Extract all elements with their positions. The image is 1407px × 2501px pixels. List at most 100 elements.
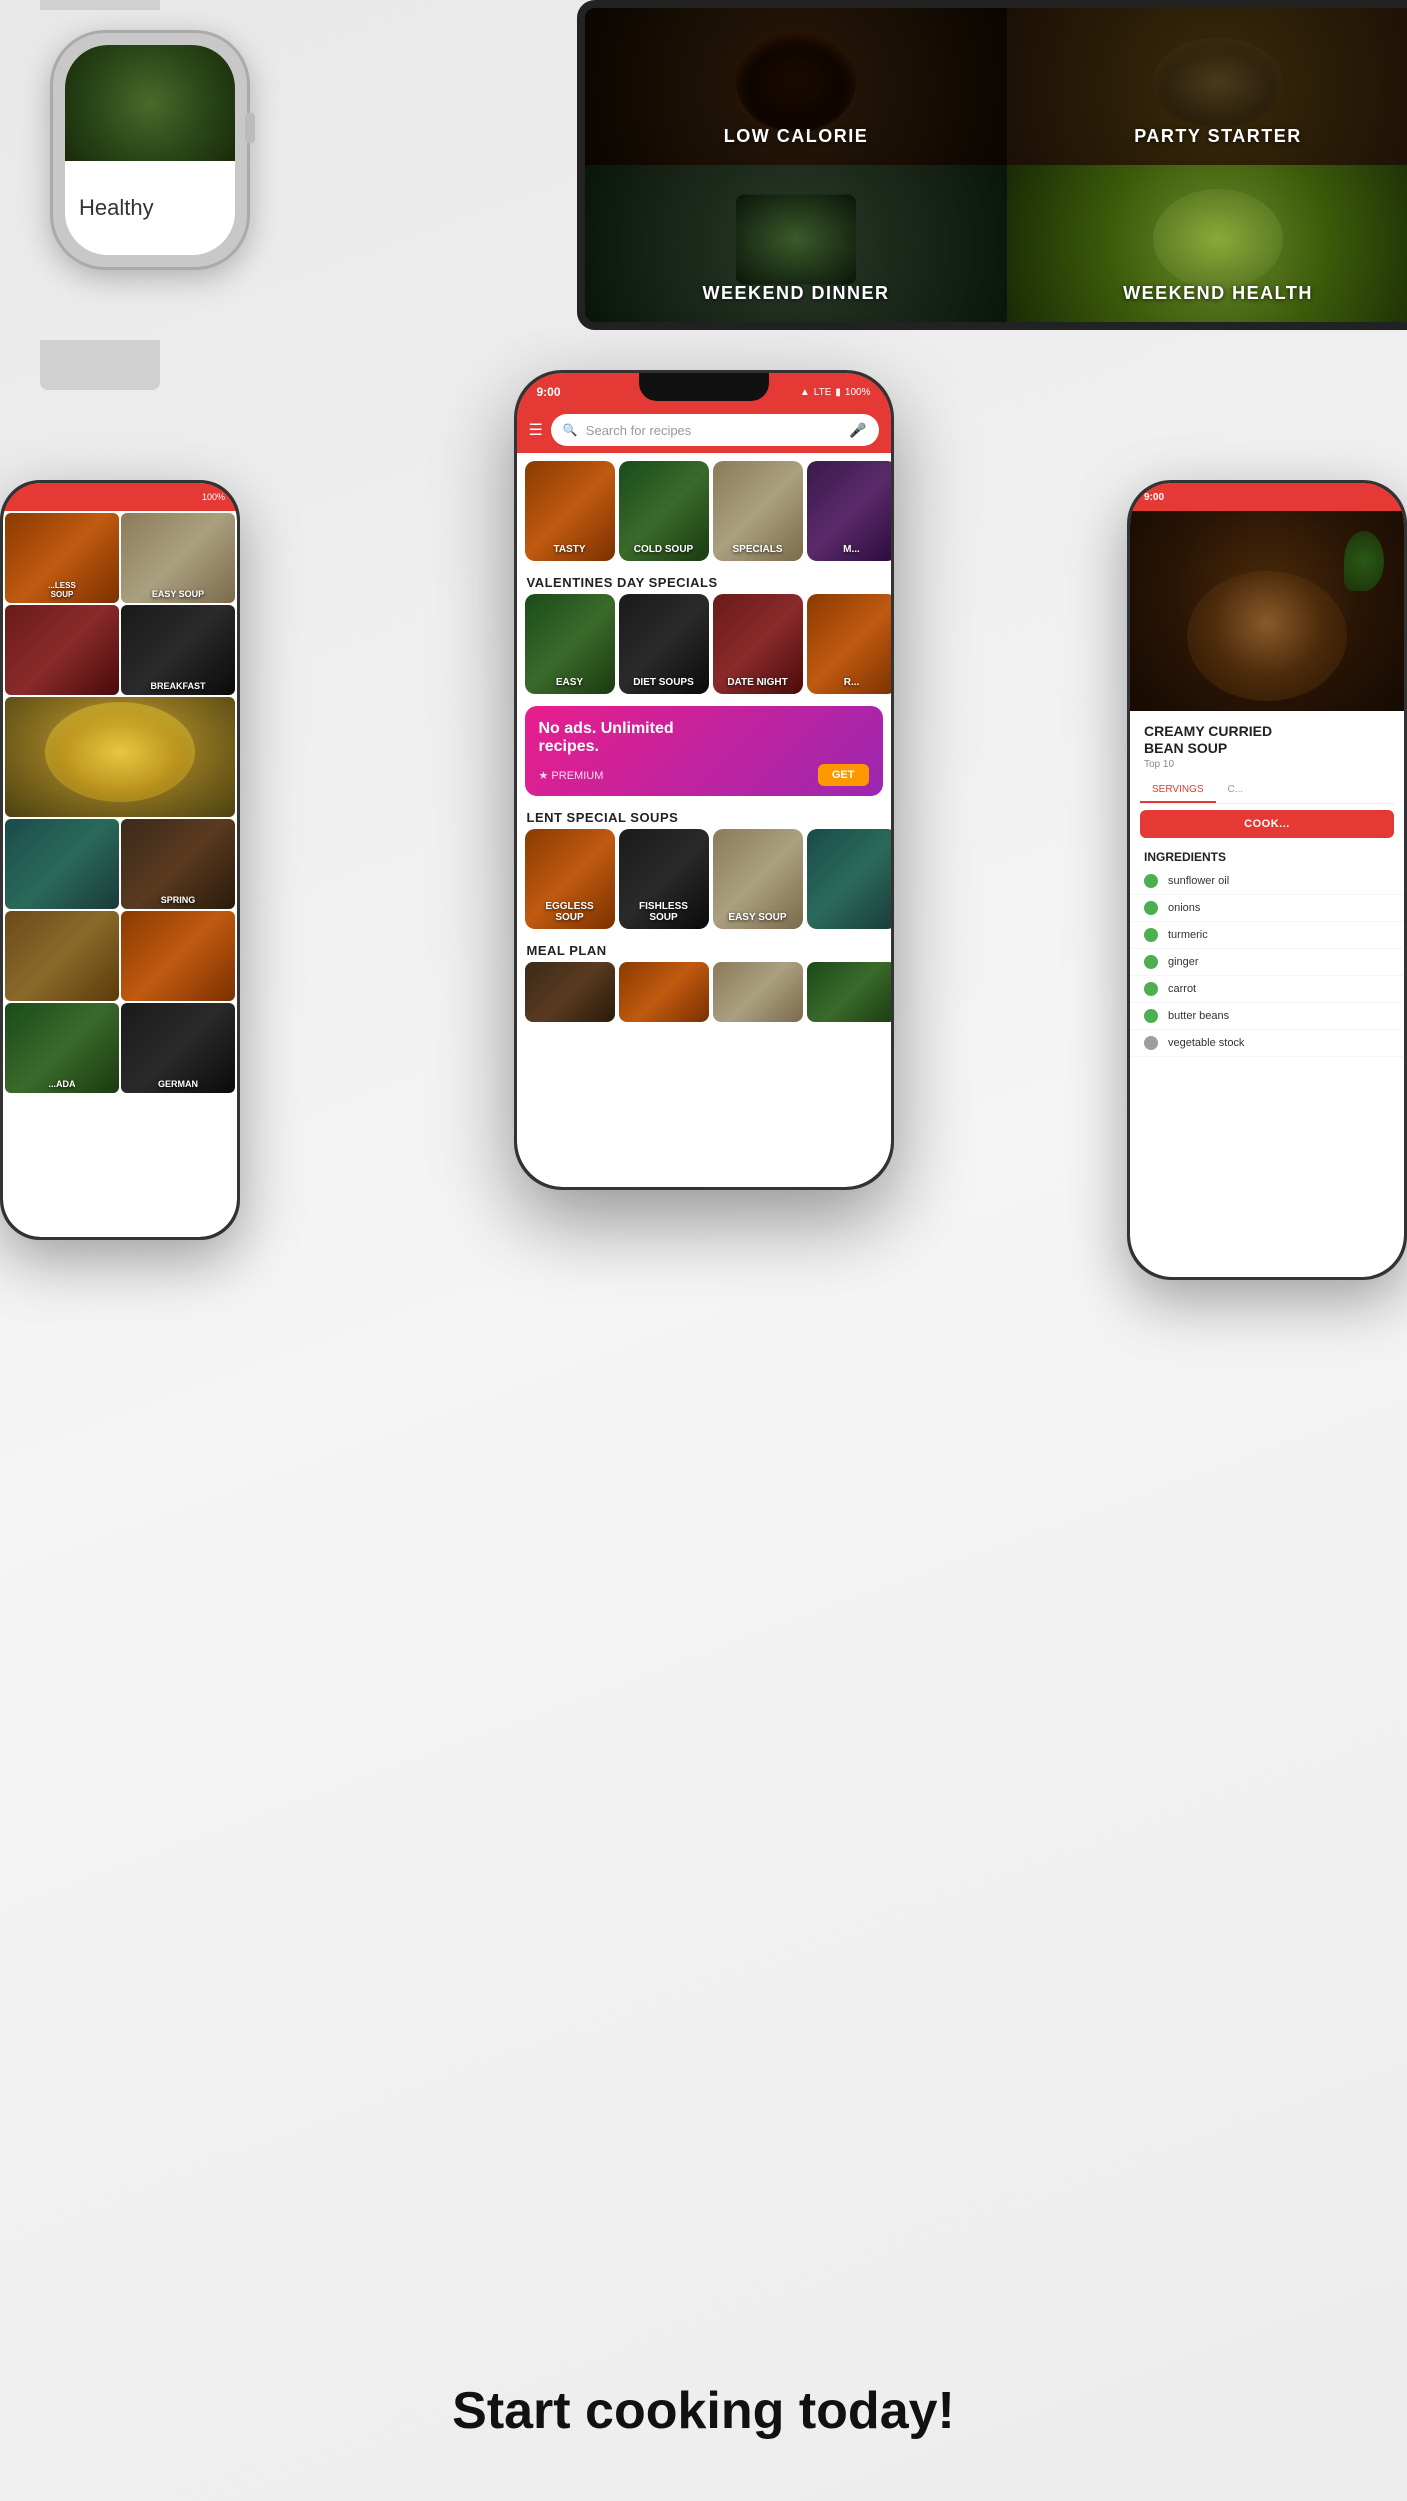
- ingredient-dot-2: [1144, 901, 1158, 915]
- lent-label-easy: EASY SOUP: [713, 912, 803, 923]
- left-cell-label-2: EASY SOUP: [121, 589, 235, 599]
- ingredient-row-2: onions: [1130, 895, 1404, 922]
- left-cell-5[interactable]: [5, 819, 119, 909]
- ingredient-dot-7: [1144, 1036, 1158, 1050]
- left-cell-label-10: GERMAN: [121, 1079, 235, 1089]
- ingredients-title: INGREDIENTS: [1130, 844, 1404, 868]
- tablet-cell-party-starter[interactable]: PARTY STARTER: [1007, 8, 1407, 165]
- lte-text: LTE: [814, 387, 832, 398]
- menu-icon[interactable]: ☰: [529, 420, 543, 440]
- phone-left: 100% ...LESSSOUP EASY SOUP BREAKFAST: [0, 480, 240, 1240]
- watch-band-bottom: [40, 340, 160, 390]
- search-bar: ☰ 🔍 Search for recipes 🎤: [517, 407, 891, 453]
- ingredient-row-4: ginger: [1130, 949, 1404, 976]
- meal-plan-row: [517, 962, 891, 1022]
- left-cell-9[interactable]: ...ADA: [5, 1003, 119, 1093]
- lent-card-extra[interactable]: [807, 829, 891, 929]
- battery-icon: ▮: [835, 387, 841, 398]
- tablet-label-low-calorie: LOW CALORIE: [585, 126, 1007, 147]
- premium-get-button[interactable]: GET: [818, 764, 869, 786]
- watch-food-image: [65, 45, 235, 161]
- right-recipe-sub: Top 10: [1130, 759, 1404, 778]
- tablet-label-weekend-dinner: WEEKEND DINNER: [585, 283, 1007, 304]
- right-recipe-title: CREAMY CURRIEDBEAN SOUP: [1130, 711, 1404, 759]
- ingredient-name-carrot: carrot: [1168, 983, 1196, 995]
- val-label-easy: EASY: [525, 677, 615, 688]
- lent-label-eggless: EGGLESSSOUP: [525, 901, 615, 923]
- right-status-bar: 9:00: [1130, 483, 1404, 511]
- category-card-cold-soup[interactable]: COLD SOUP: [619, 461, 709, 561]
- ingredient-name-turmeric: turmeric: [1168, 929, 1208, 941]
- lent-card-easy[interactable]: EASY SOUP: [713, 829, 803, 929]
- val-label-r: R...: [807, 677, 891, 688]
- val-card-diet[interactable]: DIET SOUPS: [619, 594, 709, 694]
- val-card-easy[interactable]: EASY: [525, 594, 615, 694]
- val-label-diet: DIET SOUPS: [619, 677, 709, 688]
- phone-left-inner: 100% ...LESSSOUP EASY SOUP BREAKFAST: [3, 483, 237, 1237]
- ingredient-row-5: carrot: [1130, 976, 1404, 1003]
- val-card-date[interactable]: DATE NIGHT: [713, 594, 803, 694]
- left-status-bar: 100%: [3, 483, 237, 511]
- left-cell-10[interactable]: GERMAN: [121, 1003, 235, 1093]
- phone-main: 9:00 ▲ LTE ▮ 100% ☰ 🔍 Search for recipes…: [514, 370, 894, 1190]
- phone-right-inner: 9:00 CREAMY CURRIEDBEAN SOUP Top 10 SERV…: [1130, 483, 1404, 1277]
- search-icon: 🔍: [563, 423, 578, 437]
- tablet-cell-weekend-health[interactable]: WEEKEND HEALTH: [1007, 165, 1407, 322]
- left-cell-yellow-soup[interactable]: [5, 697, 235, 817]
- meal-card-1[interactable]: [525, 962, 615, 1022]
- smartwatch: Healthy: [0, 0, 330, 350]
- ingredient-row-7: vegetable stock: [1130, 1030, 1404, 1057]
- search-input-area[interactable]: 🔍 Search for recipes 🎤: [551, 414, 879, 446]
- ingredient-row-1: sunflower oil: [1130, 868, 1404, 895]
- tab-cook[interactable]: C...: [1216, 778, 1256, 803]
- category-label-specials: SPECIALS: [713, 544, 803, 555]
- watch-body: Healthy: [50, 30, 250, 270]
- tablet-cell-weekend-dinner[interactable]: WEEKEND DINNER: [585, 165, 1007, 322]
- tablet-label-party-starter: PARTY STARTER: [1007, 126, 1407, 147]
- ingredient-name-sunflower: sunflower oil: [1168, 875, 1229, 887]
- ingredient-name-onions: onions: [1168, 902, 1200, 914]
- left-cell-label-9: ...ADA: [5, 1079, 119, 1089]
- category-card-specials[interactable]: SPECIALS: [713, 461, 803, 561]
- category-card-m[interactable]: M...: [807, 461, 891, 561]
- mic-icon[interactable]: 🎤: [849, 422, 866, 439]
- category-scroll: TASTY COLD SOUP SPECIALS M...: [517, 453, 891, 569]
- tab-servings[interactable]: SERVINGS: [1140, 778, 1216, 803]
- left-cell-2[interactable]: EASY SOUP: [121, 513, 235, 603]
- left-cell-3[interactable]: [5, 605, 119, 695]
- battery-text: 100%: [845, 387, 871, 398]
- watch-screen-top: [65, 45, 235, 161]
- ingredient-name-butter-beans: butter beans: [1168, 1010, 1229, 1022]
- left-cell-1[interactable]: ...LESSSOUP: [5, 513, 119, 603]
- phone-notch: [639, 373, 769, 401]
- category-label-m: M...: [807, 544, 891, 555]
- tablet-cell-low-calorie[interactable]: LOW CALORIE: [585, 8, 1007, 165]
- ingredient-row-3: turmeric: [1130, 922, 1404, 949]
- signal-icon: ▲: [800, 387, 810, 398]
- val-card-r[interactable]: R...: [807, 594, 891, 694]
- meal-card-4[interactable]: [807, 962, 891, 1022]
- premium-text: No ads. Unlimitedrecipes.: [539, 720, 869, 756]
- lent-card-fishless[interactable]: FISHLESSSOUP: [619, 829, 709, 929]
- meal-card-2[interactable]: [619, 962, 709, 1022]
- ingredient-dot-1: [1144, 874, 1158, 888]
- left-battery: 100%: [202, 492, 225, 502]
- right-hero-image: [1130, 511, 1404, 711]
- tablet: LOW CALORIE PARTY STARTER WEEKEND DINNER…: [577, 0, 1407, 330]
- left-cell-label-6: SPRING: [121, 895, 235, 905]
- ingredient-row-6: butter beans: [1130, 1003, 1404, 1030]
- left-cell-4[interactable]: BREAKFAST: [121, 605, 235, 695]
- left-cell-6[interactable]: SPRING: [121, 819, 235, 909]
- left-cell-7[interactable]: [5, 911, 119, 1001]
- left-cell-8[interactable]: [121, 911, 235, 1001]
- category-card-tasty[interactable]: TASTY: [525, 461, 615, 561]
- cook-button[interactable]: COOK...: [1140, 810, 1394, 838]
- left-grid: ...LESSSOUP EASY SOUP BREAKFAST SPR: [3, 511, 237, 1095]
- val-label-date: DATE NIGHT: [713, 677, 803, 688]
- lent-card-eggless[interactable]: EGGLESSSOUP: [525, 829, 615, 929]
- watch-screen-bottom: Healthy: [65, 161, 235, 256]
- search-placeholder: Search for recipes: [586, 423, 841, 438]
- ingredient-name-ginger: ginger: [1168, 956, 1199, 968]
- meal-card-3[interactable]: [713, 962, 803, 1022]
- ingredient-dot-6: [1144, 1009, 1158, 1023]
